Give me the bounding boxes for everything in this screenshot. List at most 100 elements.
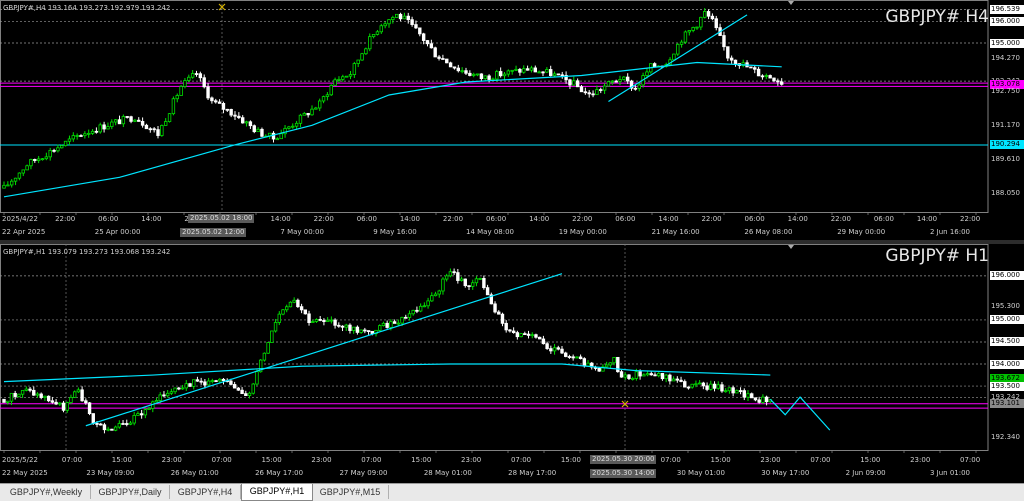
candle-body <box>13 177 18 182</box>
candle-body <box>471 282 475 287</box>
candle-body <box>612 356 616 364</box>
candle-body <box>545 69 549 73</box>
candle-body <box>552 73 557 76</box>
h4-chart-pane[interactable]: GBPJPY#,H4 193.164 193.273 192.979 193.2… <box>0 0 1024 240</box>
time-label: 06:00 <box>356 215 377 223</box>
candle-body <box>160 125 164 136</box>
candle-body <box>87 132 91 135</box>
candle-body <box>761 396 765 403</box>
candle-body <box>275 138 280 141</box>
candle-body <box>165 392 170 397</box>
tab-gbpjpy-daily[interactable]: GBPJPY#,Daily <box>91 485 170 499</box>
candle-body <box>364 48 368 55</box>
candle-body <box>391 17 395 20</box>
candle-body <box>69 396 73 404</box>
candle-body <box>288 301 293 308</box>
candle-body <box>240 117 245 124</box>
candle-body <box>17 393 21 397</box>
candle-body <box>344 75 349 78</box>
tab-gbpjpy-m15[interactable]: GBPJPY#,M15 <box>312 485 389 499</box>
date-label: 14 May 08:00 <box>466 228 515 236</box>
candle-body <box>6 184 10 187</box>
price-label: 192.340 <box>991 432 1020 441</box>
candle-body <box>9 392 14 402</box>
candle-body <box>210 380 215 383</box>
candle-body <box>404 316 408 319</box>
candle-body <box>479 73 484 80</box>
candle-body <box>121 423 125 425</box>
candle-body <box>671 378 676 382</box>
h1-chart-pane[interactable]: GBPJPY#,H1 193.079 193.273 193.068 193.2… <box>0 244 1024 483</box>
candle-body <box>619 371 624 378</box>
candle-body <box>237 115 241 119</box>
candle-body <box>348 324 352 331</box>
date-label: 23 May 09:00 <box>86 469 135 477</box>
candle-body <box>72 391 77 398</box>
candle-body <box>627 374 631 379</box>
candle-body <box>400 316 404 324</box>
candle-body <box>225 108 229 111</box>
candle-body <box>206 380 211 386</box>
candle-body <box>375 31 380 35</box>
price-label: 194.500 <box>990 337 1024 347</box>
candle-body <box>318 319 322 321</box>
candle-body <box>579 86 584 93</box>
date-label: 22 May 2025 <box>2 469 48 477</box>
candle-body <box>772 77 776 82</box>
candle-body <box>90 130 95 134</box>
candle-body <box>310 108 314 116</box>
candle-body <box>691 27 695 31</box>
candle-body <box>84 400 88 404</box>
tab-gbpjpy-weekly[interactable]: GBPJPY#,Weekly <box>2 485 91 499</box>
candle-body <box>649 373 653 376</box>
time-label: 07:00 <box>361 456 382 464</box>
candle-body <box>526 333 531 336</box>
candle-body <box>448 62 453 68</box>
candle-body <box>381 322 386 327</box>
h1-chart-canvas[interactable] <box>0 244 1024 483</box>
tab-gbpjpy-h4[interactable]: GBPJPY#,H4 <box>170 485 241 499</box>
candle-body <box>102 124 106 130</box>
candle-body <box>302 112 306 116</box>
h4-chart-canvas[interactable] <box>0 0 1024 240</box>
candle-body <box>560 74 564 77</box>
time-label: 22:00 <box>701 215 722 223</box>
candle-body <box>6 400 10 403</box>
candle-body <box>202 77 206 88</box>
tab-gbpjpy-h1[interactable]: GBPJPY#,H1 <box>241 484 313 501</box>
candle-body <box>697 382 702 385</box>
candle-body <box>474 278 479 284</box>
candle-body <box>441 58 445 60</box>
candle-body <box>244 393 248 396</box>
candle-body <box>703 11 707 18</box>
candle-body <box>163 121 168 126</box>
candle-body <box>99 423 103 426</box>
time-label: 15:00 <box>560 456 582 464</box>
candle-body <box>25 165 29 171</box>
candle-body <box>32 389 36 396</box>
candle-body <box>348 74 353 77</box>
candle-body <box>329 319 334 322</box>
candle-body <box>572 80 576 86</box>
candle-body <box>132 415 136 424</box>
candle-body <box>91 413 95 424</box>
candle-body <box>460 70 464 73</box>
candle-body <box>61 402 66 411</box>
candle-body <box>660 373 665 380</box>
h4-cursor-time-top: 2025.05.02 18:00 <box>188 214 255 223</box>
candle-body <box>13 392 17 397</box>
candle-body <box>233 114 237 117</box>
candle-body <box>683 31 688 43</box>
candle-body <box>206 86 210 99</box>
candle-body <box>236 387 241 391</box>
candle-body <box>173 387 177 393</box>
candle-body <box>583 91 588 94</box>
date-label: 28 May 17:00 <box>508 469 557 477</box>
candle-body <box>471 73 476 76</box>
time-label: 14:00 <box>270 215 291 223</box>
candle-body <box>720 384 724 392</box>
candle-body <box>359 329 363 333</box>
candle-body <box>652 63 657 67</box>
candle-body <box>262 352 267 361</box>
candle-body <box>21 169 25 174</box>
